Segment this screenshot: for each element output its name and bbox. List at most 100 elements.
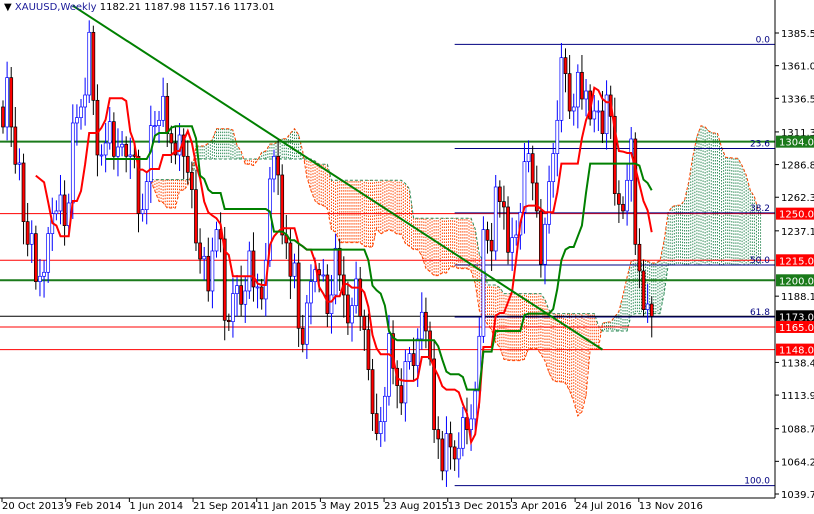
candle-body xyxy=(580,71,584,100)
fib-label: 23.6 xyxy=(750,139,770,149)
price-chart[interactable]: 0.0 23.6 38.2 50.0 61.8 100.0 1385.50 1361.00 13… xyxy=(0,0,814,514)
candle-body xyxy=(559,57,564,121)
candle-body xyxy=(112,121,116,157)
chart-window[interactable]: 0.0 23.6 38.2 50.0 61.8 100.0 1385.50 1361.00 13… xyxy=(0,0,814,514)
chart-title: ▼ XAUUSD,Weekly 1182.21 1187.98 1157.16 … xyxy=(4,2,275,13)
candle-body xyxy=(374,413,379,434)
y-tick-label: 1262.30 xyxy=(781,193,814,204)
candle-body xyxy=(481,229,486,337)
candle-body xyxy=(407,353,412,362)
candle-body xyxy=(366,329,371,370)
candle-body xyxy=(103,142,108,156)
candle-body xyxy=(329,294,334,314)
candle-body xyxy=(633,138,638,245)
price-level-label: 1250.00 xyxy=(779,210,814,221)
candle-body xyxy=(235,285,239,294)
candle-body xyxy=(596,110,601,113)
candle-body xyxy=(206,255,211,292)
candle-body xyxy=(411,353,416,366)
candle-body xyxy=(120,143,124,148)
candle-body xyxy=(526,153,531,162)
candle-body xyxy=(87,31,92,96)
fib-label: 50.0 xyxy=(750,256,770,266)
candle-body xyxy=(107,121,112,144)
y-tick-label: 1361.00 xyxy=(781,62,814,73)
candle-body xyxy=(387,333,391,397)
candle-body xyxy=(522,161,527,213)
candles xyxy=(1,20,654,487)
candle-body xyxy=(38,275,42,282)
candle-body xyxy=(62,194,67,226)
candle-body xyxy=(473,390,478,420)
candle-body xyxy=(169,133,174,144)
candle-body xyxy=(415,338,420,366)
candle-body xyxy=(309,281,313,304)
candle-body xyxy=(190,171,194,190)
x-tick-label: 21 Sep 2014 xyxy=(193,501,256,512)
candle-body xyxy=(419,311,424,340)
candle-body xyxy=(91,31,96,101)
candle-body xyxy=(194,189,198,244)
candle-body xyxy=(444,433,449,472)
candle-body xyxy=(571,106,576,112)
candle-body xyxy=(506,206,510,253)
candle-body xyxy=(259,286,264,300)
candle-body xyxy=(292,262,297,277)
candle-body xyxy=(95,99,100,156)
candle-body xyxy=(251,250,256,288)
price-level-label: 1215.00 xyxy=(779,256,814,267)
candle-body xyxy=(116,146,120,157)
candle-body xyxy=(304,302,309,345)
candle-body xyxy=(370,369,375,414)
candle-body xyxy=(58,194,63,212)
candle-body xyxy=(153,125,157,128)
candle-body xyxy=(567,73,572,112)
candle-body xyxy=(33,233,38,282)
triangle-down-icon[interactable]: ▼ xyxy=(4,2,12,13)
candle-body xyxy=(333,247,338,296)
candle-body xyxy=(239,285,243,305)
candle-body xyxy=(75,117,79,124)
y-tick-label: 1385.50 xyxy=(781,29,814,40)
price-level-label: 1148.00 xyxy=(779,346,814,357)
candle-body xyxy=(428,330,432,360)
candle-body xyxy=(79,106,83,119)
candle-body xyxy=(621,203,625,212)
candle-body xyxy=(214,229,219,252)
candle-body xyxy=(300,327,305,345)
candle-body xyxy=(231,293,235,322)
candle-body xyxy=(456,447,461,460)
candle-body xyxy=(185,155,190,173)
candle-body xyxy=(25,221,30,245)
candle-body xyxy=(210,250,215,292)
candle-body xyxy=(354,278,358,306)
candle-body xyxy=(399,385,404,404)
ichimoku-cloud xyxy=(150,125,762,416)
y-tick-label: 1039.70 xyxy=(781,490,814,501)
candle-body xyxy=(346,294,350,324)
candle-body xyxy=(202,255,207,260)
price-level-label: 1304.00 xyxy=(779,138,814,149)
candle-body xyxy=(448,433,453,448)
candle-body xyxy=(530,153,535,184)
candle-body xyxy=(165,95,170,135)
x-tick-label: 9 Feb 2014 xyxy=(66,501,122,512)
symbol-label: XAUUSD,Weekly xyxy=(14,2,97,13)
candle-body xyxy=(510,237,514,253)
candle-body xyxy=(489,239,494,252)
candle-body xyxy=(645,303,650,310)
candle-body xyxy=(358,278,363,317)
y-tick-label: 1286.80 xyxy=(781,161,814,172)
y-tick-label: 1088.70 xyxy=(781,425,814,436)
candle-body xyxy=(584,90,588,100)
candle-body xyxy=(54,210,59,214)
y-tick-label: 1064.20 xyxy=(781,457,814,468)
candle-body xyxy=(502,201,506,208)
candle-body xyxy=(9,77,14,128)
candle-body xyxy=(617,193,621,205)
x-tick-label: 20 Oct 2013 xyxy=(2,501,64,512)
candle-body xyxy=(140,209,145,214)
candle-body xyxy=(493,186,498,252)
candle-body xyxy=(243,290,248,305)
candle-body xyxy=(5,77,9,128)
